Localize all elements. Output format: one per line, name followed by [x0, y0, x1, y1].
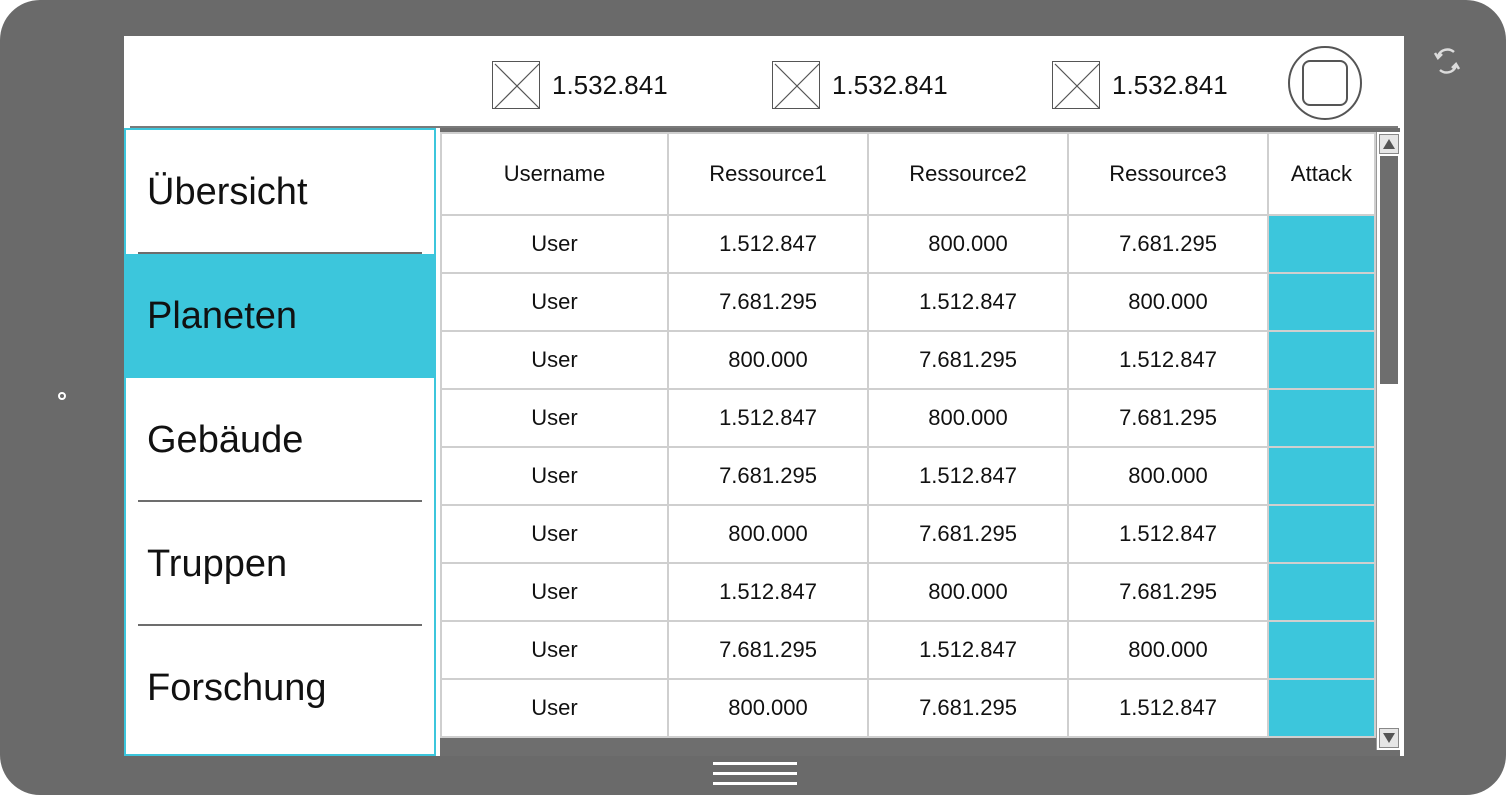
table-scrollbar[interactable] [1376, 132, 1400, 750]
menu-icon[interactable] [713, 762, 797, 788]
attack-button[interactable] [1267, 562, 1376, 622]
table-row: User 1.512.847 800.000 7.681.295 [440, 388, 1376, 448]
column-header-ressource2[interactable]: Ressource2 [867, 132, 1069, 216]
cell-username: User [440, 330, 669, 390]
cell-ressource2: 1.512.847 [867, 620, 1069, 680]
scroll-up-button[interactable] [1379, 134, 1399, 154]
cell-ressource1: 1.512.847 [667, 562, 869, 622]
table-row: User 800.000 7.681.295 1.512.847 [440, 504, 1376, 564]
resource-header: 1.532.841 1.532.841 1.532.841 [124, 36, 1404, 128]
rotate-icon[interactable] [1430, 44, 1464, 78]
cell-ressource2: 1.512.847 [867, 446, 1069, 506]
table-row: User 7.681.295 1.512.847 800.000 [440, 446, 1376, 506]
sidebar-item-planeten[interactable]: Planeten [126, 254, 434, 378]
cell-ressource3: 1.512.847 [1067, 330, 1269, 390]
cell-ressource3: 7.681.295 [1067, 388, 1269, 448]
table-row: User 7.681.295 1.512.847 800.000 [440, 620, 1376, 680]
profile-button[interactable] [1288, 46, 1362, 120]
scrollbar-thumb[interactable] [1380, 156, 1398, 384]
app-screen: 1.532.841 1.532.841 1.532.841 Übersicht … [124, 36, 1404, 756]
cell-ressource1: 7.681.295 [667, 620, 869, 680]
table-row: User 1.512.847 800.000 7.681.295 [440, 214, 1376, 274]
attack-button[interactable] [1267, 504, 1376, 564]
cell-username: User [440, 446, 669, 506]
resource-value: 1.532.841 [1112, 69, 1228, 100]
sidebar-item-label: Forschung [147, 666, 327, 709]
image-placeholder-icon [492, 61, 540, 109]
cell-ressource3: 800.000 [1067, 272, 1269, 332]
sidebar-item-label: Übersicht [147, 170, 308, 213]
table-row: User 800.000 7.681.295 1.512.847 [440, 330, 1376, 390]
profile-button-icon [1302, 60, 1348, 106]
resource-counter-2: 1.532.841 [772, 60, 948, 110]
cell-ressource3: 800.000 [1067, 446, 1269, 506]
image-placeholder-icon [772, 61, 820, 109]
cell-ressource2: 1.512.847 [867, 272, 1069, 332]
cell-ressource3: 800.000 [1067, 620, 1269, 680]
cell-ressource2: 800.000 [867, 562, 1069, 622]
user-table: Username Ressource1 Ressource2 Ressource… [440, 132, 1376, 738]
cell-ressource3: 7.681.295 [1067, 562, 1269, 622]
cell-ressource1: 800.000 [667, 504, 869, 564]
table-header-row: Username Ressource1 Ressource2 Ressource… [440, 132, 1376, 216]
triangle-up-icon [1383, 139, 1395, 149]
cell-ressource3: 1.512.847 [1067, 504, 1269, 564]
column-header-ressource1[interactable]: Ressource1 [667, 132, 869, 216]
scroll-down-button[interactable] [1379, 728, 1399, 748]
column-header-username[interactable]: Username [440, 132, 669, 216]
sidebar-item-gebaeude[interactable]: Gebäude [126, 378, 434, 502]
cell-ressource1: 1.512.847 [667, 214, 869, 274]
sidebar-item-label: Gebäude [147, 418, 304, 461]
attack-button[interactable] [1267, 388, 1376, 448]
cell-username: User [440, 504, 669, 564]
cell-ressource1: 800.000 [667, 330, 869, 390]
attack-button[interactable] [1267, 272, 1376, 332]
image-placeholder-icon [1052, 61, 1100, 109]
cell-username: User [440, 678, 669, 738]
cell-ressource2: 7.681.295 [867, 678, 1069, 738]
cell-username: User [440, 562, 669, 622]
table-row: User 1.512.847 800.000 7.681.295 [440, 562, 1376, 622]
cell-username: User [440, 620, 669, 680]
cell-username: User [440, 388, 669, 448]
cell-ressource3: 1.512.847 [1067, 678, 1269, 738]
attack-button[interactable] [1267, 330, 1376, 390]
cell-ressource1: 1.512.847 [667, 388, 869, 448]
column-header-attack[interactable]: Attack [1267, 132, 1376, 216]
resource-value: 1.532.841 [552, 69, 668, 100]
sidebar-item-label: Planeten [147, 294, 298, 337]
sidebar-item-truppen[interactable]: Truppen [126, 502, 434, 626]
resource-counter-3: 1.532.841 [1052, 60, 1228, 110]
attack-button[interactable] [1267, 620, 1376, 680]
cell-ressource2: 7.681.295 [867, 330, 1069, 390]
column-header-ressource3[interactable]: Ressource3 [1067, 132, 1269, 216]
resource-counter-1: 1.532.841 [492, 60, 668, 110]
sidebar-item-forschung[interactable]: Forschung [126, 626, 434, 750]
cell-ressource3: 7.681.295 [1067, 214, 1269, 274]
resource-value: 1.532.841 [832, 69, 948, 100]
table-row: User 800.000 7.681.295 1.512.847 [440, 678, 1376, 738]
sidebar: Übersicht Planeten Gebäude Truppen Forsc… [124, 128, 436, 756]
cell-ressource2: 800.000 [867, 388, 1069, 448]
cell-ressource2: 800.000 [867, 214, 1069, 274]
sidebar-item-uebersicht[interactable]: Übersicht [126, 130, 434, 254]
table-row: User 7.681.295 1.512.847 800.000 [440, 272, 1376, 332]
user-table-container: Username Ressource1 Ressource2 Ressource… [440, 128, 1400, 756]
device-side-button[interactable] [58, 392, 66, 400]
cell-username: User [440, 272, 669, 332]
triangle-down-icon [1383, 733, 1395, 743]
cell-ressource2: 7.681.295 [867, 504, 1069, 564]
cell-ressource1: 7.681.295 [667, 446, 869, 506]
attack-button[interactable] [1267, 678, 1376, 738]
cell-username: User [440, 214, 669, 274]
cell-ressource1: 800.000 [667, 678, 869, 738]
attack-button[interactable] [1267, 214, 1376, 274]
sidebar-item-label: Truppen [147, 542, 288, 585]
cell-ressource1: 7.681.295 [667, 272, 869, 332]
attack-button[interactable] [1267, 446, 1376, 506]
